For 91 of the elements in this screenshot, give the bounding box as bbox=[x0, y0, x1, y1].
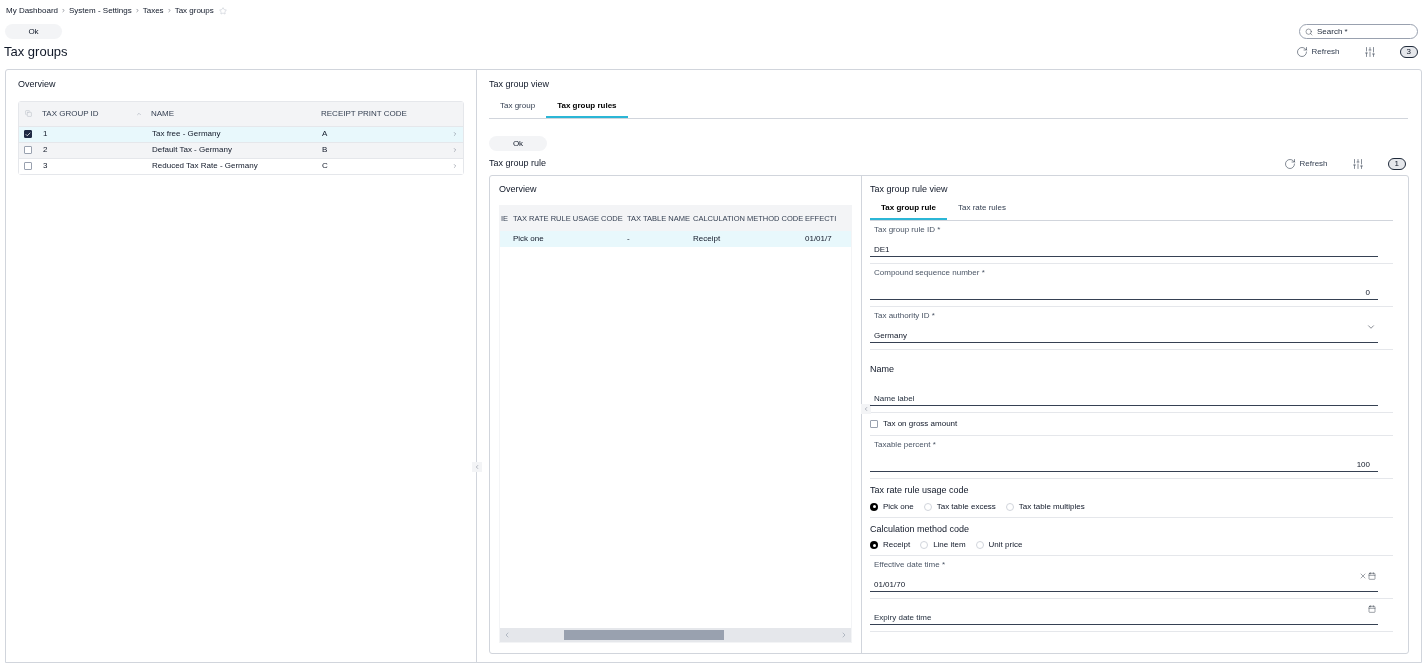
radio-label: Tax table multiples bbox=[1018, 500, 1085, 513]
radio-label: Receipt bbox=[883, 539, 911, 551]
copy-icon[interactable] bbox=[25, 110, 32, 117]
chevron-right-icon[interactable] bbox=[452, 131, 458, 137]
table-cell: 01/01/7 bbox=[805, 233, 832, 245]
section-title: Tax group rule view bbox=[870, 182, 949, 196]
breadcrumb-link[interactable]: My Dashboard bbox=[6, 4, 59, 17]
breadcrumb-separator-icon bbox=[134, 8, 140, 13]
tab[interactable]: Tax group rule bbox=[870, 198, 947, 220]
sort-icon[interactable] bbox=[136, 110, 142, 117]
table-cell-text: Reduced Tax Rate - Germany bbox=[152, 160, 259, 172]
radio-button[interactable] bbox=[870, 541, 878, 549]
ok-button[interactable]: Ok bbox=[489, 136, 547, 151]
column-header[interactable]: TAX GROUP ID bbox=[42, 107, 136, 120]
column-header[interactable]: RECEIPT PRINT CODE bbox=[321, 107, 407, 120]
calendar-icon[interactable] bbox=[1368, 605, 1376, 613]
scroll-right-icon[interactable] bbox=[840, 631, 848, 639]
ok-button[interactable]: Ok bbox=[5, 24, 62, 39]
field-label: Taxable percent * bbox=[873, 440, 937, 450]
count-badge: 3 bbox=[1399, 46, 1418, 58]
collapse-button[interactable] bbox=[472, 462, 482, 472]
radio-button[interactable] bbox=[870, 502, 878, 511]
calendar-icon[interactable] bbox=[1368, 572, 1376, 580]
table-cell-text: Tax free - Germany bbox=[152, 128, 222, 140]
tab[interactable]: Tax group rules bbox=[546, 95, 628, 118]
field-label: Effective date time * bbox=[873, 560, 946, 570]
table-cell-text: Receipt bbox=[693, 233, 722, 245]
date-field[interactable]: Expiry date time bbox=[870, 611, 1378, 625]
checkbox[interactable] bbox=[870, 420, 878, 428]
star-icon[interactable] bbox=[218, 6, 227, 15]
table-cell-text: Default Tax - Germany bbox=[152, 144, 233, 156]
group-label: Calculation method code bbox=[870, 522, 970, 536]
horizontal-scrollbar[interactable] bbox=[500, 628, 851, 642]
breadcrumb-link[interactable]: Tax groups bbox=[174, 4, 214, 17]
radio-label: Pick one bbox=[883, 500, 914, 513]
checkbox[interactable] bbox=[24, 130, 32, 138]
tab[interactable]: Tax group bbox=[489, 95, 547, 118]
input-field[interactable]: DE1 bbox=[870, 243, 1378, 257]
checkbox-label: Tax on gross amount bbox=[883, 418, 958, 430]
table-cell-text: Pick one bbox=[513, 233, 545, 245]
table-cell-text: - bbox=[627, 233, 631, 245]
section-title: Tax group view bbox=[489, 78, 551, 91]
clear-icon[interactable] bbox=[1359, 572, 1367, 580]
breadcrumb-link[interactable]: Taxes bbox=[142, 4, 164, 17]
group-label: Tax rate rule usage code bbox=[870, 484, 969, 497]
input-field[interactable]: 0 bbox=[870, 286, 1378, 300]
chevron-right-icon[interactable] bbox=[452, 163, 458, 169]
page-title: Tax groups bbox=[4, 43, 68, 62]
column-header[interactable]: NAME bbox=[151, 107, 321, 120]
refresh-button[interactable]: Refresh bbox=[1283, 157, 1328, 170]
table-cell-text: A bbox=[322, 128, 329, 140]
table-cell-text: 2 bbox=[43, 144, 49, 156]
select-field[interactable]: Germany bbox=[870, 329, 1378, 343]
table-cell-text: C bbox=[322, 160, 329, 172]
settings-icon[interactable] bbox=[1363, 46, 1376, 58]
input-field[interactable]: Name label bbox=[870, 392, 1378, 406]
radio-label: Line item bbox=[933, 539, 966, 551]
checkbox[interactable] bbox=[24, 146, 32, 154]
refresh-icon bbox=[1295, 46, 1308, 58]
table-row[interactable]: Pick one - Receipt 01/01/7 bbox=[500, 231, 851, 247]
search-field[interactable]: Search * bbox=[1299, 24, 1418, 39]
section-title: Overview bbox=[499, 182, 538, 196]
table-cell-text: 3 bbox=[43, 160, 49, 172]
count-badge: 1 bbox=[1387, 157, 1406, 170]
chevron-left-icon bbox=[474, 464, 480, 470]
refresh-button[interactable]: Refresh bbox=[1295, 46, 1340, 58]
section-title: Overview bbox=[18, 78, 57, 91]
radio-label: Unit price bbox=[988, 539, 1023, 551]
section-heading: Name bbox=[870, 364, 894, 374]
section-title: Tax group rule bbox=[489, 156, 547, 170]
chevron-left-icon bbox=[863, 405, 869, 412]
breadcrumb-separator-icon bbox=[166, 8, 172, 13]
date-field[interactable]: 01/01/70 bbox=[870, 578, 1378, 592]
field-label: Tax group rule ID * bbox=[873, 225, 942, 235]
chevron-right-icon[interactable] bbox=[452, 147, 458, 153]
settings-icon[interactable] bbox=[1351, 157, 1364, 170]
refresh-icon bbox=[1283, 157, 1296, 170]
scroll-left-icon[interactable] bbox=[503, 631, 511, 639]
tab[interactable]: Tax rate rules bbox=[946, 198, 1017, 220]
field-label: Tax authority ID * bbox=[873, 311, 936, 321]
search-icon bbox=[1305, 28, 1313, 36]
table-cell-text: B bbox=[322, 144, 329, 156]
breadcrumb-separator-icon bbox=[61, 8, 67, 13]
table-cell-text: 1 bbox=[43, 128, 49, 140]
collapse-button[interactable] bbox=[861, 403, 871, 414]
breadcrumb-link[interactable]: System - Settings bbox=[69, 4, 132, 17]
chevron-down-icon bbox=[1366, 322, 1376, 332]
input-field[interactable]: 100 bbox=[870, 458, 1378, 472]
radio-label: Tax table excess bbox=[936, 500, 996, 513]
checkbox[interactable] bbox=[24, 162, 32, 170]
field-label: Compound sequence number * bbox=[873, 268, 986, 278]
